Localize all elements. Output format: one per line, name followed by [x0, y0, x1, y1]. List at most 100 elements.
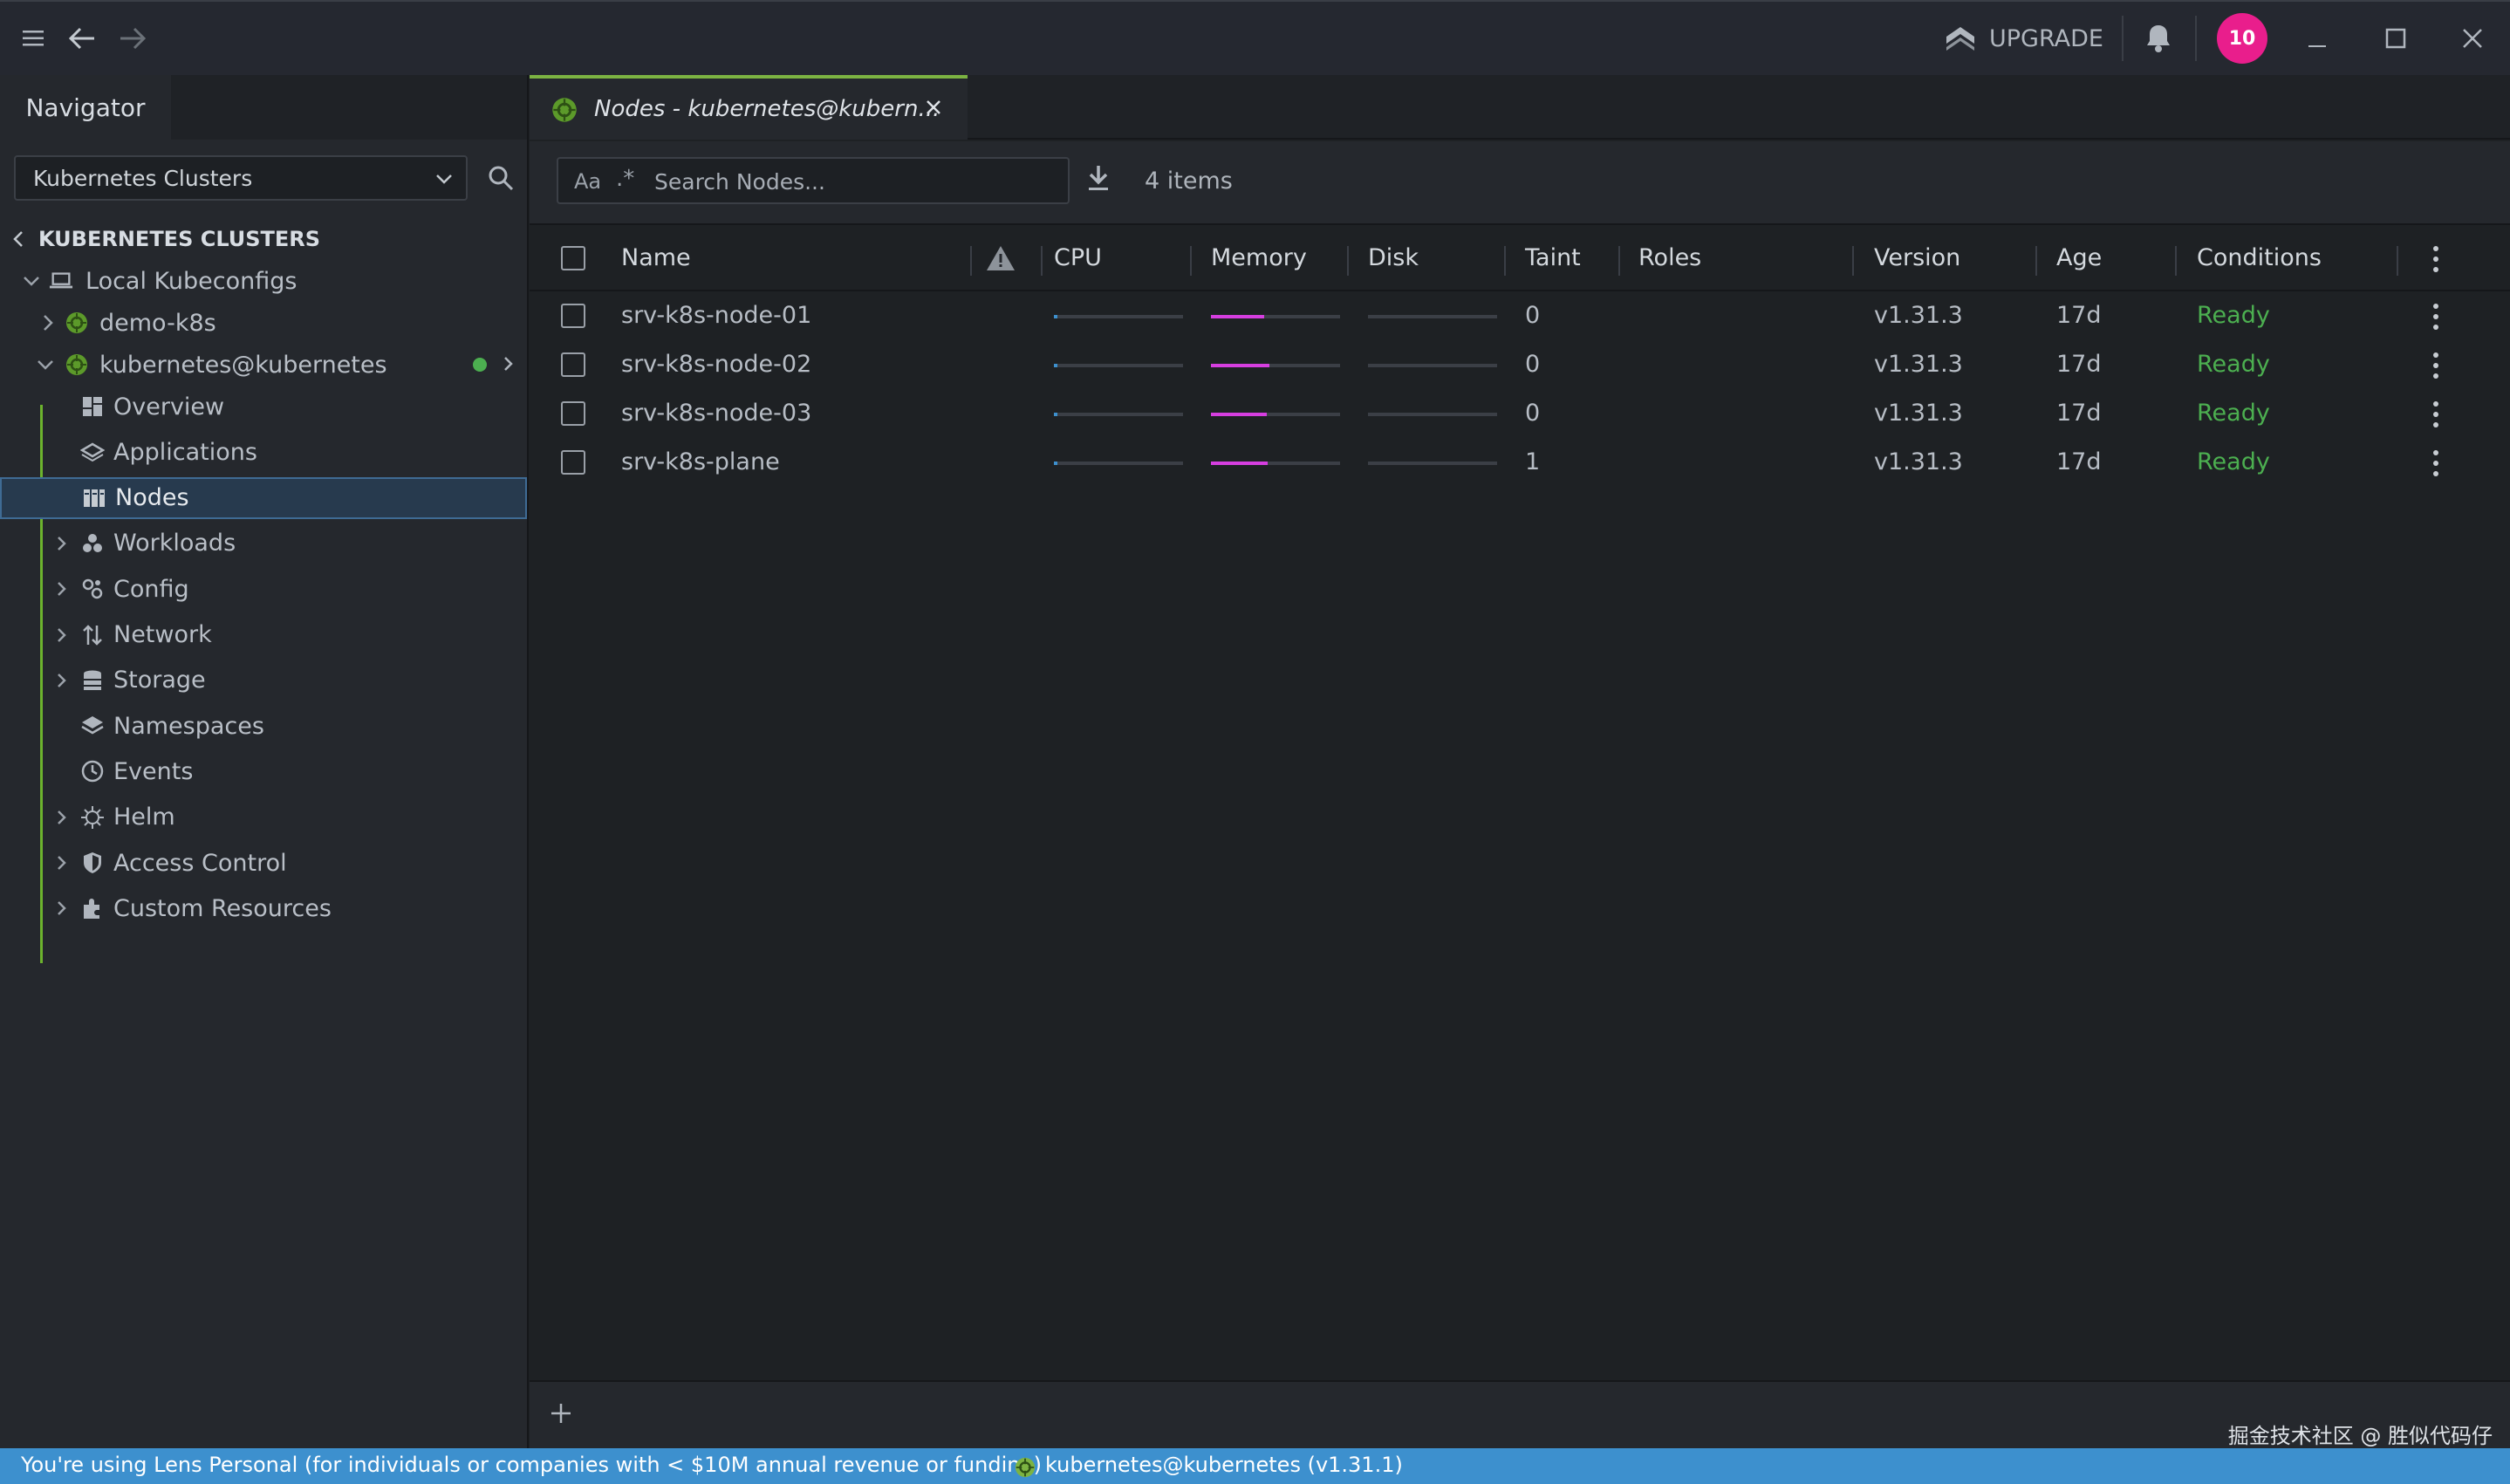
column-header-memory[interactable]: Memory	[1211, 244, 1307, 271]
kubernetes-icon	[551, 96, 578, 124]
row-checkbox[interactable]	[561, 450, 585, 475]
title-bar: UPGRADE 10	[0, 0, 2510, 75]
sidebar-item-workloads[interactable]: Workloads	[0, 523, 527, 564]
sidebar-item-storage[interactable]: Storage	[0, 660, 527, 701]
license-text[interactable]: You're using Lens Personal (for individu…	[21, 1453, 1042, 1477]
minimize-icon[interactable]	[2296, 17, 2338, 59]
cpu-usage-fill	[1054, 462, 1057, 465]
column-divider[interactable]	[1347, 246, 1349, 276]
sidebar-item-namespaces[interactable]: Namespaces	[0, 705, 527, 747]
tree-item-kubernetes-cluster[interactable]: kubernetes@kubernetes	[0, 344, 527, 386]
select-all-checkbox[interactable]	[561, 246, 585, 270]
add-terminal-icon[interactable]	[549, 1401, 573, 1426]
chevron-right-icon[interactable]	[503, 356, 513, 372]
navigator-tabbar: Navigator	[0, 75, 527, 140]
navigator-panel: Navigator Kubernetes Clusters KUBERNETES…	[0, 75, 529, 1448]
row-menu-icon[interactable]	[2432, 401, 2439, 427]
column-divider[interactable]	[1041, 246, 1043, 276]
column-header-age[interactable]: Age	[2056, 244, 2102, 271]
row-menu-icon[interactable]	[2432, 450, 2439, 476]
column-menu-icon[interactable]	[2432, 246, 2439, 272]
sidebar-item-access-control[interactable]: Access Control	[0, 842, 527, 884]
table-row[interactable]: srv-k8s-plane 1 v1.31.3 17d Ready	[530, 438, 2510, 487]
table-row[interactable]: srv-k8s-node-02 0 v1.31.3 17d Ready	[530, 340, 2510, 389]
sidebar-item-helm[interactable]: Helm	[0, 797, 527, 838]
sidebar-item-label: Events	[113, 757, 194, 785]
column-divider[interactable]	[2035, 246, 2037, 276]
column-divider[interactable]	[2397, 246, 2398, 276]
search-field[interactable]: Aa .*	[557, 157, 1070, 204]
node-name[interactable]: srv-k8s-plane	[621, 448, 780, 475]
back-arrow-icon[interactable]	[61, 17, 103, 59]
sidebar-item-config[interactable]: Config	[0, 568, 527, 610]
download-icon[interactable]	[1086, 164, 1111, 192]
node-name[interactable]: srv-k8s-node-03	[621, 400, 811, 427]
chevron-right-icon	[56, 536, 66, 551]
tree-item-local-kubeconfigs[interactable]: Local Kubeconfigs	[0, 260, 527, 302]
column-header-taint[interactable]: Taint	[1525, 244, 1581, 271]
avatar-count: 10	[2228, 27, 2256, 50]
avatar[interactable]: 10	[2217, 13, 2267, 64]
column-divider[interactable]	[2175, 246, 2177, 276]
column-divider[interactable]	[1618, 246, 1620, 276]
sidebar-item-nodes[interactable]: Nodes	[0, 476, 527, 519]
applications-icon	[80, 440, 105, 464]
tree-section-kubernetes-clusters[interactable]: KUBERNETES CLUSTERS	[0, 218, 527, 260]
row-menu-icon[interactable]	[2432, 304, 2439, 330]
chevron-down-icon	[23, 275, 40, 287]
column-divider[interactable]	[1504, 246, 1506, 276]
row-menu-icon[interactable]	[2432, 352, 2439, 379]
column-header-conditions[interactable]: Conditions	[2197, 244, 2322, 271]
search-icon[interactable]	[482, 159, 520, 197]
column-header-disk[interactable]: Disk	[1368, 244, 1419, 271]
row-checkbox[interactable]	[561, 304, 585, 328]
close-window-icon[interactable]	[2452, 17, 2493, 59]
tab-nodes[interactable]: Nodes - kubernetes@kubern...	[530, 75, 968, 140]
disk-usage-bar	[1368, 413, 1497, 416]
forward-arrow-icon[interactable]	[112, 17, 154, 59]
node-name[interactable]: srv-k8s-node-02	[621, 351, 811, 378]
column-header-roles[interactable]: Roles	[1638, 244, 1701, 271]
warning-icon[interactable]	[985, 244, 1016, 272]
status-badge: Ready	[2197, 302, 2270, 329]
sidebar-item-label: Helm	[113, 804, 175, 831]
cluster-select[interactable]: Kubernetes Clusters	[14, 155, 468, 201]
column-divider[interactable]	[1190, 246, 1192, 276]
sidebar-item-events[interactable]: Events	[0, 750, 527, 792]
row-checkbox[interactable]	[561, 352, 585, 377]
tree-item-demo-k8s[interactable]: demo-k8s	[0, 302, 527, 344]
row-checkbox[interactable]	[561, 401, 585, 426]
upgrade-button[interactable]: UPGRADE	[1944, 17, 2103, 59]
search-input[interactable]	[654, 164, 1056, 199]
sidebar-item-label: Storage	[113, 667, 206, 694]
upgrade-label: UPGRADE	[1989, 24, 2103, 52]
column-header-cpu[interactable]: CPU	[1054, 244, 1102, 271]
cpu-usage-fill	[1054, 413, 1057, 416]
table-row[interactable]: srv-k8s-node-03 0 v1.31.3 17d Ready	[530, 389, 2510, 438]
column-divider[interactable]	[970, 246, 972, 276]
node-version: v1.31.3	[1874, 351, 1963, 378]
tab-navigator[interactable]: Navigator	[0, 75, 171, 140]
sidebar-item-custom-resources[interactable]: Custom Resources	[0, 887, 527, 929]
node-age: 17d	[2056, 448, 2102, 475]
kubernetes-icon	[65, 352, 89, 377]
sidebar-item-applications[interactable]: Applications	[0, 431, 527, 473]
sidebar-item-network[interactable]: Network	[0, 614, 527, 656]
active-cluster-status[interactable]: kubernetes@kubernetes (v1.31.1)	[1045, 1453, 1403, 1477]
column-header-name[interactable]: Name	[621, 244, 691, 271]
cpu-usage-bar	[1054, 315, 1183, 318]
bell-icon[interactable]	[2137, 17, 2179, 59]
close-icon[interactable]	[922, 96, 945, 119]
memory-usage-bar	[1211, 413, 1340, 416]
events-icon	[80, 759, 105, 783]
node-name[interactable]: srv-k8s-node-01	[621, 302, 811, 329]
hamburger-menu-icon[interactable]	[12, 17, 54, 59]
node-age: 17d	[2056, 351, 2102, 378]
match-case-toggle[interactable]: Aa	[574, 169, 601, 194]
regex-toggle[interactable]: .*	[616, 166, 634, 192]
column-header-version[interactable]: Version	[1874, 244, 1960, 271]
sidebar-item-overview[interactable]: Overview	[0, 386, 527, 427]
maximize-icon[interactable]	[2375, 17, 2417, 59]
column-divider[interactable]	[1852, 246, 1854, 276]
table-row[interactable]: srv-k8s-node-01 0 v1.31.3 17d Ready	[530, 291, 2510, 340]
